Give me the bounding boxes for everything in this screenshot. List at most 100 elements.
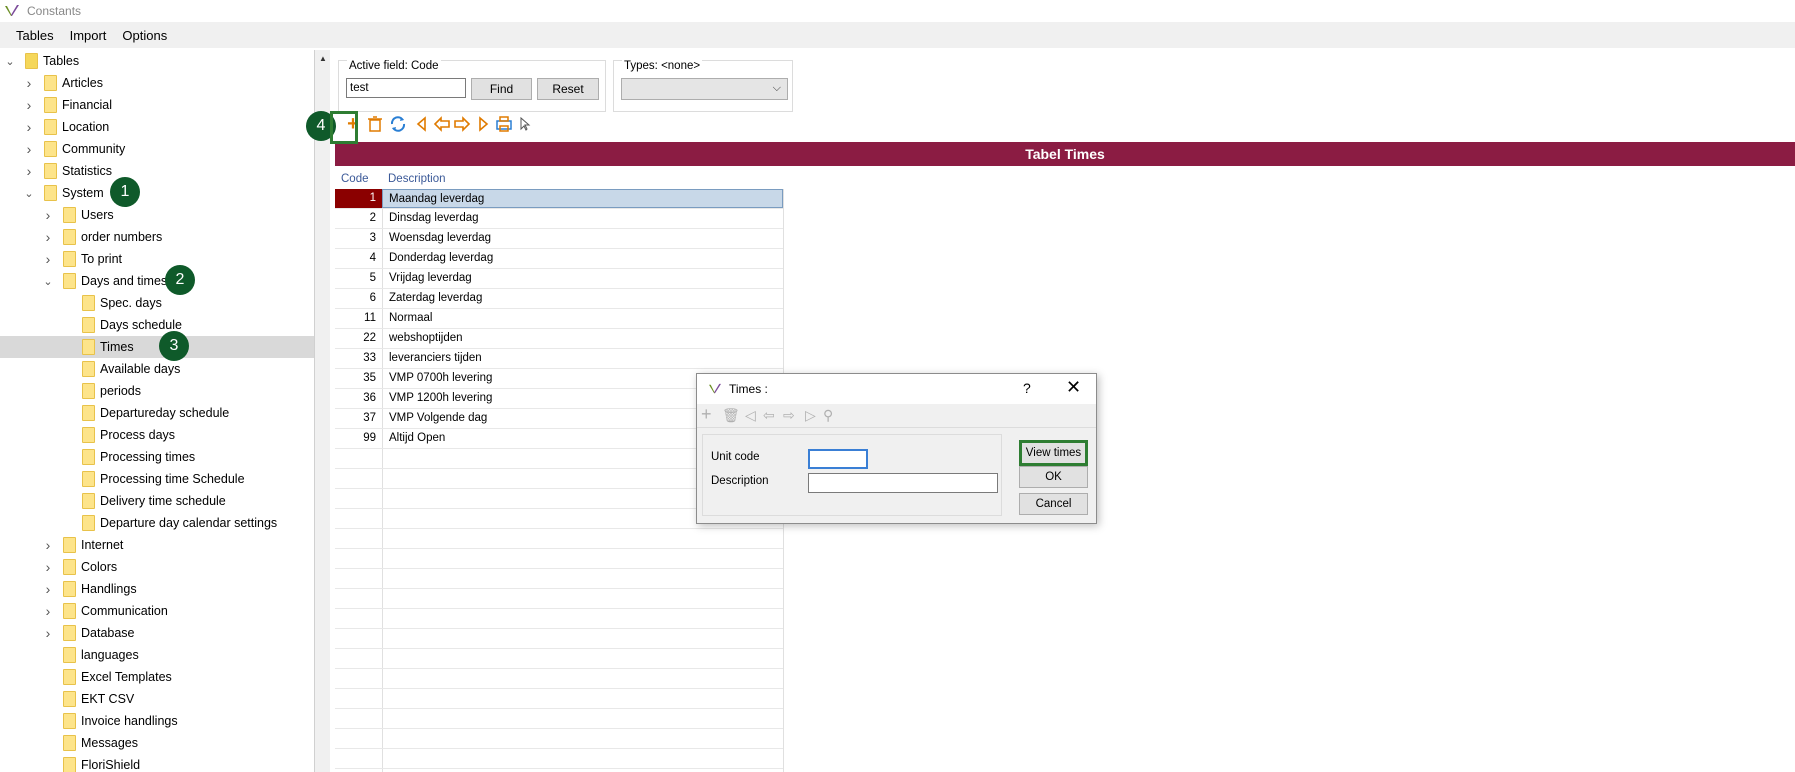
table-row[interactable] (335, 729, 783, 749)
ok-button[interactable]: OK (1019, 466, 1088, 488)
table-row[interactable] (335, 629, 783, 649)
description-cell[interactable] (382, 549, 783, 568)
column-code[interactable]: Code (341, 173, 369, 185)
delete-icon[interactable] (365, 114, 385, 134)
menu-options[interactable]: Options (114, 28, 175, 43)
menu-import[interactable]: Import (62, 28, 115, 43)
tree-item[interactable]: › Articles (0, 72, 314, 94)
code-cell[interactable]: 6 (335, 289, 382, 308)
view-times-button[interactable]: View times (1019, 440, 1088, 466)
code-cell[interactable]: 4 (335, 249, 382, 268)
help-button[interactable]: ? (1023, 380, 1031, 396)
chevron-right-icon[interactable]: › (42, 207, 54, 223)
chevron-down-icon[interactable]: ⌄ (42, 275, 54, 288)
chevron-right-icon[interactable]: › (23, 75, 35, 91)
tree-item[interactable]: ⌄ Days and times (0, 270, 314, 292)
unit-code-field[interactable] (808, 449, 868, 469)
description-cell[interactable] (382, 749, 783, 768)
table-row[interactable] (335, 589, 783, 609)
chevron-right-icon[interactable]: › (42, 229, 54, 245)
types-select[interactable]: ⌵ (621, 78, 788, 100)
description-cell[interactable]: Maandag leverdag (382, 189, 783, 208)
description-cell[interactable] (382, 709, 783, 728)
table-row[interactable]: 5 Vrijdag leverdag (335, 269, 783, 289)
code-cell[interactable] (335, 629, 382, 648)
search-input[interactable] (346, 78, 466, 98)
chevron-down-icon[interactable]: ⌄ (4, 55, 16, 68)
description-cell[interactable] (382, 609, 783, 628)
table-row[interactable] (335, 529, 783, 549)
description-cell[interactable]: Zaterdag leverdag (382, 289, 783, 308)
code-cell[interactable]: 99 (335, 429, 382, 448)
table-row[interactable] (335, 549, 783, 569)
tree-item[interactable]: Days schedule (0, 314, 314, 336)
table-row[interactable] (335, 649, 783, 669)
code-cell[interactable] (335, 489, 382, 508)
chevron-right-icon[interactable]: › (23, 119, 35, 135)
table-row[interactable] (335, 749, 783, 769)
code-cell[interactable] (335, 529, 382, 548)
close-icon[interactable]: ✕ (1066, 377, 1081, 398)
description-cell[interactable] (382, 629, 783, 648)
code-cell[interactable] (335, 689, 382, 708)
table-row[interactable]: 22 webshoptijden (335, 329, 783, 349)
description-cell[interactable] (382, 529, 783, 548)
tree-item[interactable]: Processing times (0, 446, 314, 468)
column-description[interactable]: Description (388, 173, 446, 185)
code-cell[interactable]: 37 (335, 409, 382, 428)
cancel-button[interactable]: Cancel (1019, 493, 1088, 515)
table-row[interactable]: 33 leveranciers tijden (335, 349, 783, 369)
tree-item[interactable]: Excel Templates (0, 666, 314, 688)
tree-item[interactable]: › Database (0, 622, 314, 644)
code-cell[interactable]: 3 (335, 229, 382, 248)
chevron-right-icon[interactable]: › (42, 603, 54, 619)
chevron-right-icon[interactable]: › (42, 251, 54, 267)
tree-item[interactable]: Processing time Schedule (0, 468, 314, 490)
tree-item[interactable]: Available days (0, 358, 314, 380)
table-row[interactable] (335, 609, 783, 629)
code-cell[interactable] (335, 449, 382, 468)
tree-item[interactable]: › order numbers (0, 226, 314, 248)
tree-item[interactable]: Delivery time schedule (0, 490, 314, 512)
table-row[interactable] (335, 709, 783, 729)
description-cell[interactable]: Woensdag leverdag (382, 229, 783, 248)
table-row[interactable]: 1 Maandag leverdag (335, 189, 783, 209)
description-cell[interactable] (382, 729, 783, 748)
tree-item[interactable]: › To print (0, 248, 314, 270)
description-cell[interactable]: webshoptijden (382, 329, 783, 348)
tree-item[interactable]: › Communication (0, 600, 314, 622)
tree-item[interactable]: Departureday schedule (0, 402, 314, 424)
reset-button[interactable]: Reset (537, 78, 599, 100)
code-cell[interactable] (335, 649, 382, 668)
table-row[interactable]: 4 Donderdag leverdag (335, 249, 783, 269)
first-record-icon[interactable] (412, 114, 432, 134)
table-row[interactable] (335, 689, 783, 709)
refresh-icon[interactable] (388, 114, 408, 134)
table-row[interactable] (335, 569, 783, 589)
description-cell[interactable] (382, 569, 783, 588)
tree-item[interactable]: periods (0, 380, 314, 402)
tree-item[interactable]: ⌄ Tables (0, 50, 314, 72)
description-field[interactable] (808, 473, 998, 493)
tree-item[interactable]: languages (0, 644, 314, 666)
tree-item[interactable]: › Statistics (0, 160, 314, 182)
table-row[interactable]: 3 Woensdag leverdag (335, 229, 783, 249)
tree-item[interactable]: EKT CSV (0, 688, 314, 710)
tree-item[interactable]: ⌄ System (0, 182, 314, 204)
tree-item[interactable]: Departure day calendar settings (0, 512, 314, 534)
code-cell[interactable] (335, 609, 382, 628)
code-cell[interactable] (335, 569, 382, 588)
code-cell[interactable] (335, 749, 382, 768)
code-cell[interactable] (335, 469, 382, 488)
tree-item[interactable]: FloriShield (0, 754, 314, 772)
code-cell[interactable] (335, 509, 382, 528)
panel-splitter[interactable]: ▲ (314, 50, 330, 772)
tree-item[interactable]: Process days (0, 424, 314, 446)
description-cell[interactable]: Normaal (382, 309, 783, 328)
print-icon[interactable] (494, 114, 514, 134)
chevron-right-icon[interactable]: › (23, 163, 35, 179)
chevron-down-icon[interactable]: ⌄ (23, 187, 35, 200)
menu-tables[interactable]: Tables (8, 28, 62, 43)
code-cell[interactable] (335, 669, 382, 688)
next-record-icon[interactable] (452, 114, 472, 134)
